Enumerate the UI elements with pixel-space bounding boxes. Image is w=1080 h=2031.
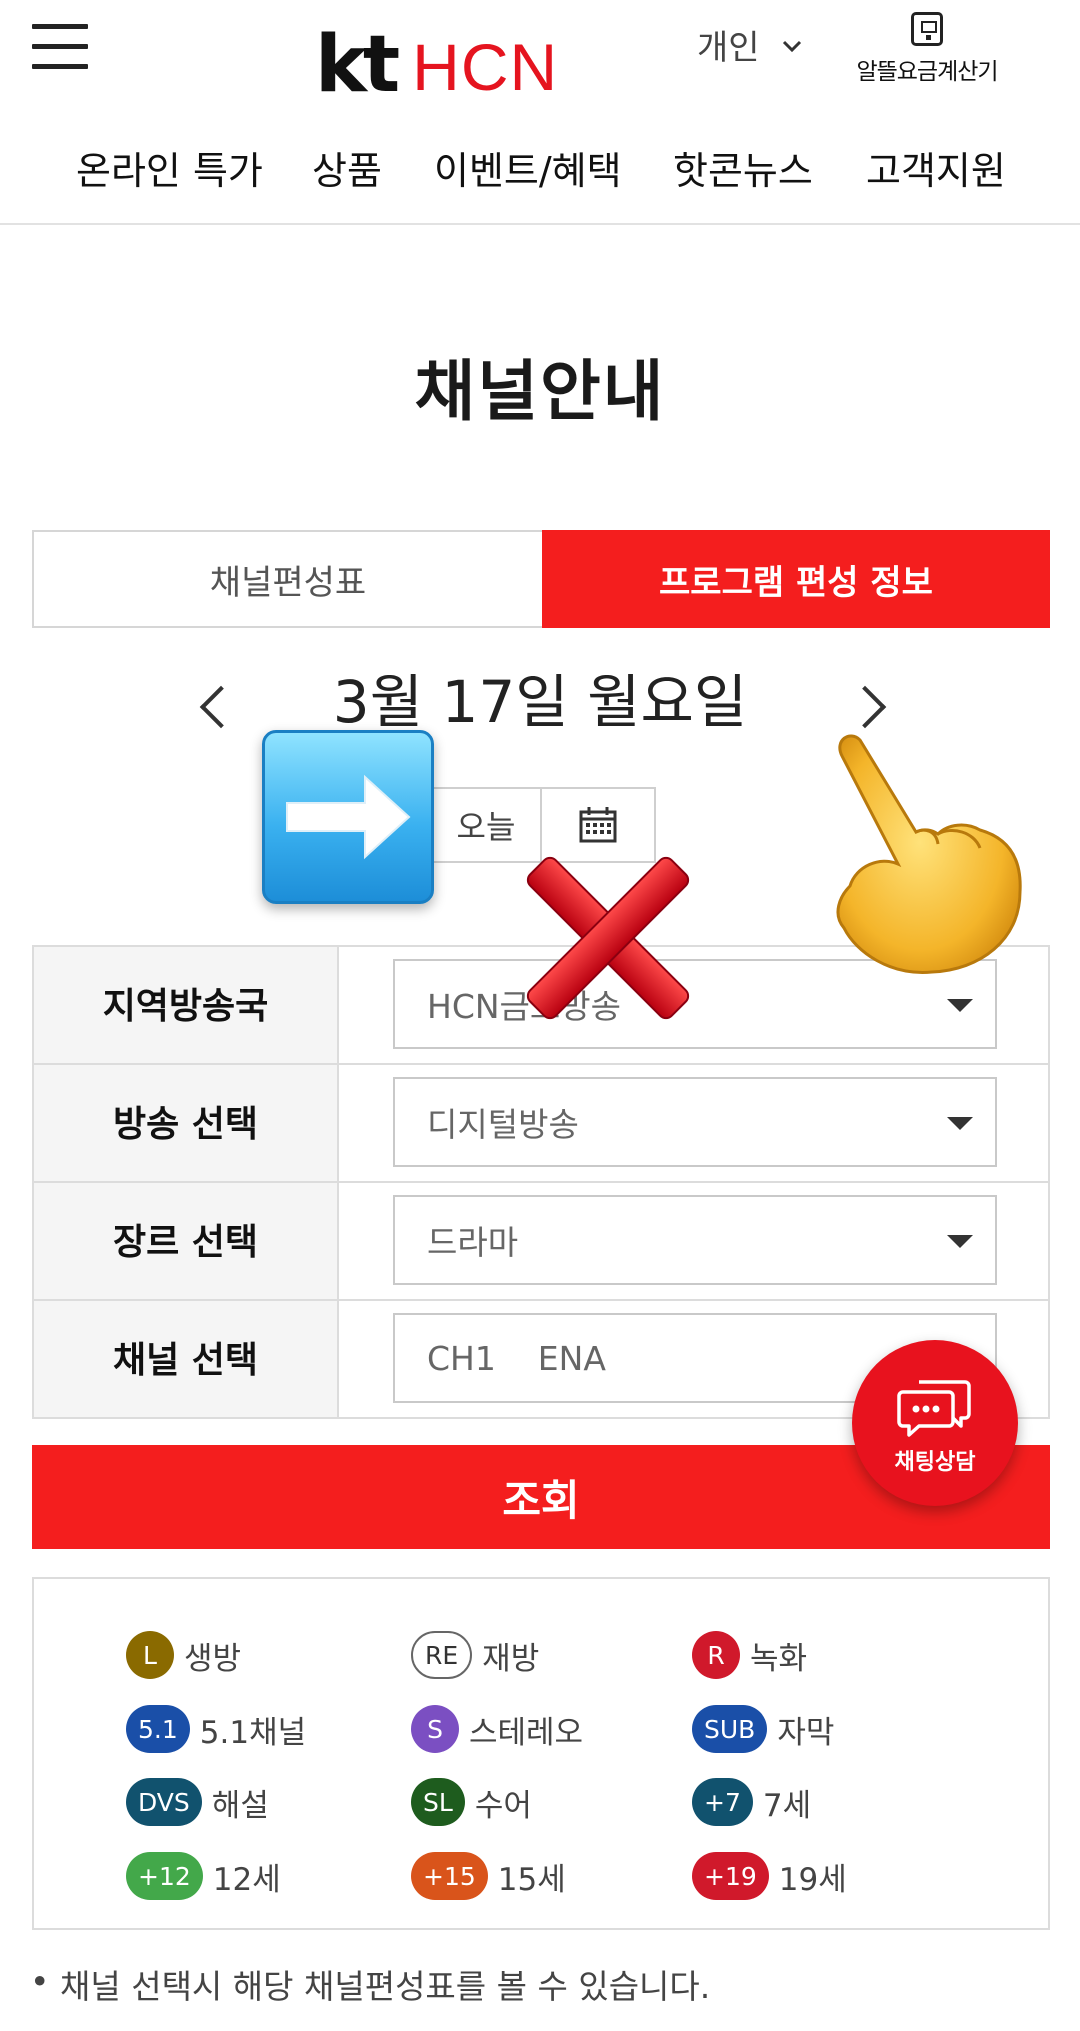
logo[interactable]: kt HCN <box>315 20 559 110</box>
tab-channel-lineup[interactable]: 채널편성표 <box>32 530 542 628</box>
channel-select-value: CH1 ENA <box>427 1338 606 1378</box>
legend-badge: DVS <box>126 1778 202 1826</box>
legend-text: 녹화 <box>750 1640 808 1677</box>
logo-kt: kt <box>315 20 400 110</box>
fee-calculator-link[interactable]: 알뜰요금계산기 <box>852 12 1002 86</box>
page-title: 채널안내 <box>414 353 666 430</box>
nav-item-events[interactable]: 이벤트/혜택 <box>434 140 622 195</box>
legend-text: 해설 <box>211 1787 269 1824</box>
tab-program-schedule[interactable]: 프로그램 편성 정보 <box>542 530 1050 628</box>
region-label: 지역방송국 <box>34 947 339 1063</box>
legend-item: +19 19세 <box>692 1852 847 1900</box>
legend-badge: L <box>126 1631 174 1679</box>
legend-text: 19세 <box>778 1861 847 1898</box>
legend-badge: SUB <box>692 1705 768 1753</box>
caret-down-icon <box>947 1117 973 1130</box>
caret-down-icon <box>947 1235 973 1248</box>
legend-text: 생방 <box>184 1640 242 1677</box>
chat-consult-button[interactable]: 채팅상담 <box>852 1340 1018 1506</box>
legend-text: 재방 <box>482 1640 540 1677</box>
calculator-icon <box>911 12 943 46</box>
form-row-broadcast: 방송 선택 디지털방송 <box>34 1065 1048 1183</box>
main-nav: 온라인 특가 상품 이벤트/혜택 핫콘뉴스 고객지원 <box>0 140 1080 200</box>
caret-down-icon <box>947 999 973 1012</box>
broadcast-label: 방송 선택 <box>34 1065 339 1181</box>
user-type-label: 개인 <box>697 28 760 68</box>
legend-text: 15세 <box>497 1861 566 1898</box>
legend-text: 12세 <box>212 1861 281 1898</box>
genre-select[interactable]: 드라마 <box>393 1195 997 1285</box>
legend-badge: +7 <box>692 1778 753 1826</box>
chevron-right-icon <box>843 685 887 729</box>
nav-item-hotcon-news[interactable]: 핫콘뉴스 <box>673 140 813 195</box>
legend-badge: 5.1 <box>126 1705 190 1753</box>
broadcast-select-value: 디지털방송 <box>427 1105 579 1144</box>
legend-text: 7세 <box>762 1787 812 1824</box>
legend-text: 자막 <box>777 1714 835 1751</box>
info-note: 채널 선택시 해당 채널편성표를 볼 수 있습니다. <box>30 1960 710 2008</box>
legend-item: +7 7세 <box>692 1778 811 1826</box>
legend-item: +12 12세 <box>126 1852 281 1900</box>
legend-badge: +12 <box>126 1852 203 1900</box>
chevron-left-icon <box>199 685 243 729</box>
legend-badge: S <box>411 1705 459 1753</box>
nav-divider <box>0 223 1080 225</box>
nav-item-support[interactable]: 고객지원 <box>866 140 1006 195</box>
cross-mark-icon <box>508 838 708 1038</box>
legend-item: DVS 해설 <box>126 1778 269 1826</box>
legend-badge: +19 <box>692 1852 769 1900</box>
legend-text: 수어 <box>474 1787 532 1824</box>
legend-item: SL 수어 <box>411 1778 532 1826</box>
chat-consult-label: 채팅상담 <box>894 1450 976 1475</box>
nav-item-products[interactable]: 상품 <box>312 140 382 195</box>
legend-box: L 생방 RE 재방 R 녹화 5.1 5.1채널 S 스테레오 SUB 자막 … <box>32 1577 1050 1930</box>
genre-select-value: 드라마 <box>427 1223 519 1262</box>
legend-badge: RE <box>411 1631 473 1679</box>
legend-item: L 생방 <box>126 1631 241 1679</box>
legend-item: SUB 자막 <box>692 1705 834 1753</box>
prev-date-button[interactable] <box>196 672 243 742</box>
chat-bubble-icon <box>897 1380 971 1437</box>
legend-item: R 녹화 <box>692 1631 807 1679</box>
channel-label: 채널 선택 <box>34 1301 339 1417</box>
logo-hcn: HCN <box>412 30 559 104</box>
tab-bar: 채널편성표 프로그램 편성 정보 <box>32 530 1050 628</box>
menu-icon[interactable] <box>32 24 88 70</box>
pointing-hand-icon <box>820 726 1030 980</box>
legend-badge: +15 <box>411 1852 488 1900</box>
legend-text: 5.1채널 <box>199 1714 307 1751</box>
legend-badge: R <box>692 1631 740 1679</box>
legend-item: RE 재방 <box>411 1631 539 1679</box>
legend-item: +15 15세 <box>411 1852 566 1900</box>
broadcast-select[interactable]: 디지털방송 <box>393 1077 997 1167</box>
chevron-down-icon <box>782 30 802 60</box>
legend-item: S 스테레오 <box>411 1705 583 1753</box>
user-type-selector[interactable]: 개인 <box>697 20 802 69</box>
legend-item: 5.1 5.1채널 <box>126 1705 306 1753</box>
genre-label: 장르 선택 <box>34 1183 339 1299</box>
legend-text: 스테레오 <box>469 1714 584 1751</box>
right-arrow-icon <box>262 730 434 904</box>
form-row-genre: 장르 선택 드라마 <box>34 1183 1048 1301</box>
legend-badge: SL <box>411 1778 465 1826</box>
fee-calculator-label: 알뜰요금계산기 <box>856 59 998 85</box>
nav-item-online-special[interactable]: 온라인 특가 <box>76 140 263 195</box>
